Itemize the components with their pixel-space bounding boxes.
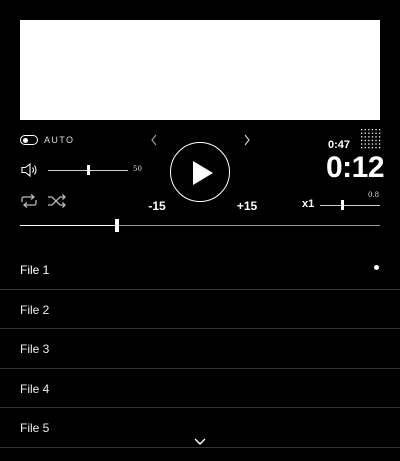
play-button[interactable]: [170, 142, 230, 202]
file-name: File 2: [20, 302, 50, 317]
volume-value: 50: [133, 165, 142, 173]
video-display[interactable]: [20, 20, 380, 120]
chevron-down-icon[interactable]: [194, 438, 206, 446]
repeat-icon[interactable]: [18, 193, 40, 209]
auto-label: AUTO: [44, 135, 75, 145]
toggle-icon: [23, 137, 28, 143]
file-name: File 4: [20, 381, 50, 396]
chevron-left-icon[interactable]: [149, 133, 159, 147]
file-name: File 5: [20, 421, 50, 436]
dot-grid-icon[interactable]: [360, 128, 382, 150]
skip-back-button[interactable]: -15: [140, 199, 174, 213]
play-icon: [193, 161, 213, 185]
current-time: 0:12: [326, 151, 385, 184]
speed-value: 0.8: [368, 191, 380, 199]
shuffle-icon[interactable]: [46, 193, 68, 209]
active-indicator-icon: [374, 265, 379, 270]
progress-handle[interactable]: [115, 219, 120, 232]
speaker-icon[interactable]: [20, 162, 40, 178]
progress-bar[interactable]: [20, 225, 380, 226]
skip-forward-button[interactable]: +15: [230, 199, 264, 213]
file-name: File 1: [20, 263, 50, 277]
speed-slider-handle[interactable]: [341, 200, 345, 210]
playlist: File 1 File 2 File 3 File 4 File 5: [0, 250, 400, 448]
list-item[interactable]: File 2: [0, 290, 400, 330]
auto-toggle[interactable]: [20, 135, 38, 145]
list-item[interactable]: File 3: [0, 329, 400, 369]
file-name: File 3: [20, 342, 50, 357]
chevron-right-icon[interactable]: [242, 133, 252, 147]
speed-slider[interactable]: [320, 205, 380, 206]
progress-fill: [20, 225, 118, 226]
speed-label: x1: [302, 198, 315, 210]
volume-slider-handle[interactable]: [86, 165, 90, 175]
list-item[interactable]: File 1: [0, 250, 400, 290]
list-item[interactable]: File 4: [0, 369, 400, 409]
